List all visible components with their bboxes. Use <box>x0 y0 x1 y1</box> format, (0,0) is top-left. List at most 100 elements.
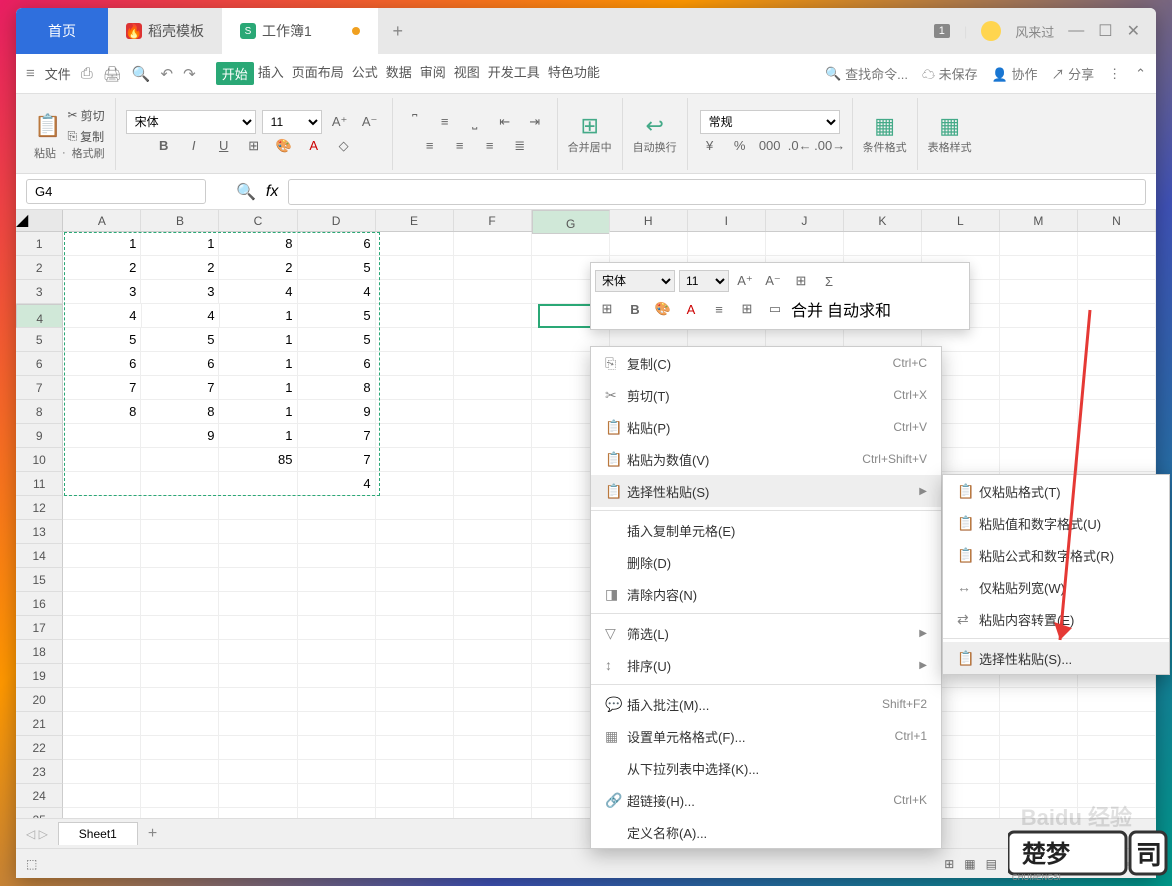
cell[interactable]: 8 <box>63 400 141 424</box>
redo-icon[interactable]: ↷ <box>183 65 196 83</box>
cell[interactable] <box>141 688 219 712</box>
cell[interactable] <box>298 520 376 544</box>
cell[interactable] <box>219 592 297 616</box>
select-all-corner[interactable]: ◢ <box>16 210 63 231</box>
row-header[interactable]: 6 <box>16 352 63 376</box>
cell[interactable] <box>376 616 454 640</box>
avatar[interactable] <box>981 21 1001 41</box>
cell[interactable] <box>141 592 219 616</box>
col-header[interactable]: E <box>376 210 454 231</box>
cell[interactable] <box>454 712 532 736</box>
font-size-select[interactable]: 11 <box>262 110 322 134</box>
row-header[interactable]: 13 <box>16 520 63 544</box>
preview-icon[interactable]: 🔍 <box>132 65 151 83</box>
cell[interactable] <box>376 640 454 664</box>
cell[interactable] <box>219 664 297 688</box>
cell[interactable] <box>454 304 532 328</box>
border-button[interactable]: ⊞ <box>242 134 266 158</box>
cell[interactable] <box>141 736 219 760</box>
cell[interactable]: 6 <box>63 352 141 376</box>
cell[interactable] <box>454 376 532 400</box>
mini-inc-font-icon[interactable]: A⁺ <box>733 269 757 293</box>
cell[interactable]: 1 <box>220 304 298 328</box>
mini-font-select[interactable]: 宋体 <box>595 270 675 292</box>
cell[interactable] <box>376 424 454 448</box>
cell[interactable]: 6 <box>141 352 219 376</box>
justify-icon[interactable]: ≣ <box>508 134 532 158</box>
row-header[interactable]: 16 <box>16 592 63 616</box>
cell[interactable] <box>376 376 454 400</box>
row-header[interactable]: 23 <box>16 760 63 784</box>
cell[interactable]: 7 <box>141 376 219 400</box>
cell[interactable]: 7 <box>298 424 376 448</box>
merge-label[interactable]: 合并居中 <box>568 139 612 155</box>
cell[interactable] <box>1000 352 1078 376</box>
cell[interactable] <box>454 808 532 818</box>
indent-dec-icon[interactable]: ⇤ <box>493 110 517 134</box>
cell[interactable]: 6 <box>298 232 376 256</box>
indent-inc-icon[interactable]: ⇥ <box>523 110 547 134</box>
cell[interactable]: 9 <box>141 424 219 448</box>
cell[interactable] <box>376 736 454 760</box>
ctx-insert-copied[interactable]: 插入复制单元格(E) <box>591 514 941 546</box>
collapse-ribbon-icon[interactable]: ⌃ <box>1135 66 1146 82</box>
ribbon-tab-dev[interactable]: 开发工具 <box>484 62 544 85</box>
cell[interactable] <box>63 448 141 472</box>
cell[interactable] <box>376 472 454 496</box>
cell[interactable] <box>141 712 219 736</box>
fx-icon[interactable]: fx <box>266 183 278 201</box>
cell[interactable] <box>298 760 376 784</box>
col-header[interactable]: C <box>219 210 297 231</box>
cell[interactable] <box>454 448 532 472</box>
menu-icon[interactable]: ≡ <box>26 65 35 82</box>
cell[interactable] <box>688 232 766 256</box>
copy-button[interactable]: ⎘ 复制 <box>68 128 105 145</box>
cell[interactable] <box>922 232 1000 256</box>
ribbon-tab-formula[interactable]: 公式 <box>348 62 382 85</box>
cell[interactable] <box>141 544 219 568</box>
underline-button[interactable]: U <box>212 134 236 158</box>
cell[interactable] <box>63 736 141 760</box>
cell[interactable] <box>1000 760 1078 784</box>
sub-col-width[interactable]: ↔仅粘贴列宽(W) <box>943 571 1169 603</box>
save-icon[interactable]: ⎙ <box>81 65 93 82</box>
currency-icon[interactable]: ¥ <box>698 134 722 158</box>
ribbon-tab-layout[interactable]: 页面布局 <box>288 62 348 85</box>
cell[interactable]: 8 <box>141 400 219 424</box>
row-header[interactable]: 25 <box>16 808 63 818</box>
cell[interactable] <box>376 496 454 520</box>
cell[interactable] <box>63 688 141 712</box>
paste-icon[interactable]: 📋 <box>34 113 61 139</box>
cell[interactable]: 1 <box>63 232 141 256</box>
mini-grid-icon[interactable]: ⊞ <box>735 297 759 321</box>
cell[interactable] <box>454 400 532 424</box>
col-header[interactable]: B <box>141 210 219 231</box>
cell[interactable]: 2 <box>219 256 297 280</box>
cell[interactable] <box>454 424 532 448</box>
italic-button[interactable]: I <box>182 134 206 158</box>
cell[interactable] <box>454 232 532 256</box>
cell[interactable] <box>1078 784 1156 808</box>
cell[interactable] <box>376 256 454 280</box>
file-menu[interactable]: 文件 <box>45 64 71 83</box>
ctx-copy[interactable]: ⎘复制(C)Ctrl+C <box>591 347 941 379</box>
cell[interactable]: 9 <box>298 400 376 424</box>
cell[interactable]: 1 <box>219 376 297 400</box>
align-right-icon[interactable]: ≡ <box>478 134 502 158</box>
mini-sum-label[interactable]: 自动求和 <box>827 297 891 321</box>
cell[interactable]: 1 <box>219 400 297 424</box>
ctx-clear[interactable]: ◨清除内容(N) <box>591 578 941 610</box>
wrap-label[interactable]: 自动换行 <box>633 139 677 155</box>
mini-bold-icon[interactable]: B <box>623 297 647 321</box>
row-header[interactable]: 2 <box>16 256 63 280</box>
row-header[interactable]: 11 <box>16 472 63 496</box>
font-select[interactable]: 宋体 <box>126 110 256 134</box>
cell[interactable] <box>1000 688 1078 712</box>
undo-icon[interactable]: ↶ <box>161 65 174 83</box>
cell[interactable] <box>1000 448 1078 472</box>
col-header[interactable]: G <box>532 210 610 234</box>
sheet-nav-icon[interactable]: ◁ ▷ <box>26 827 48 841</box>
cell[interactable] <box>141 568 219 592</box>
sub-formula-num[interactable]: 📋粘贴公式和数字格式(R) <box>943 539 1169 571</box>
cell[interactable]: 5 <box>141 328 219 352</box>
